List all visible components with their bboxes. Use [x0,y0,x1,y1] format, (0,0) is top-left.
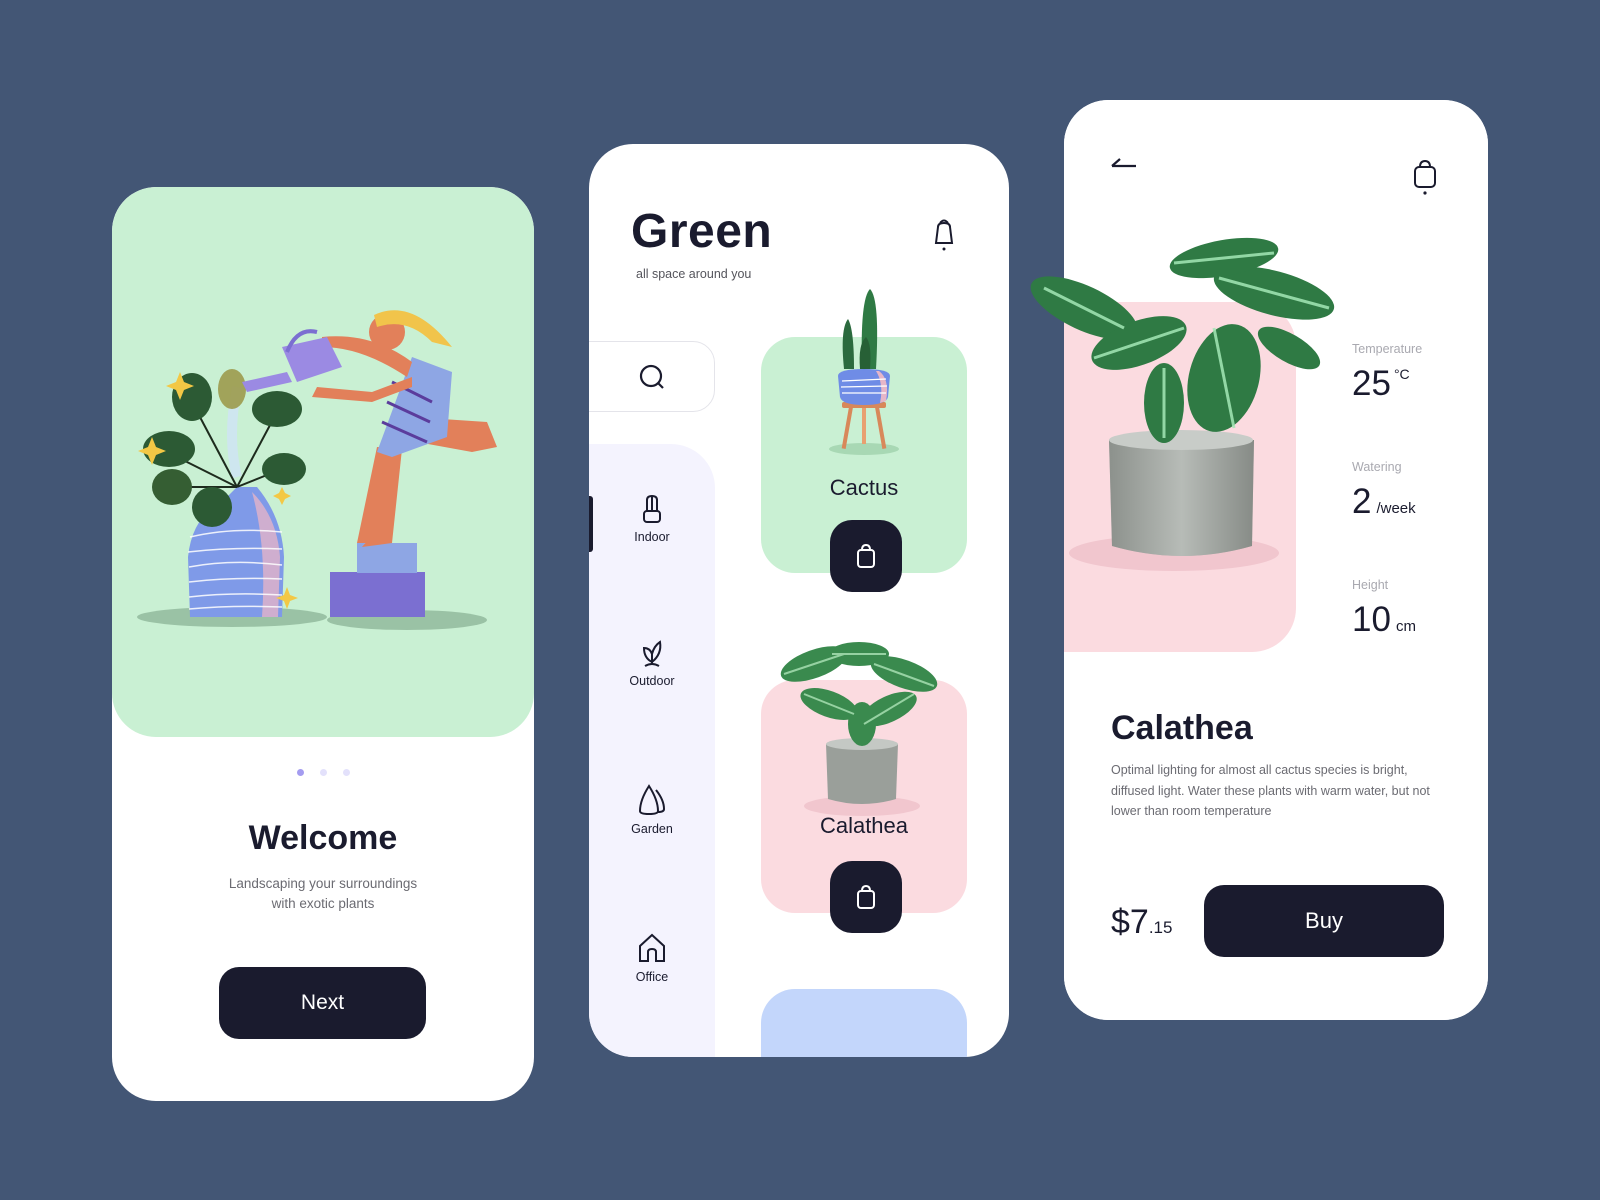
trees-icon [638,784,666,816]
welcome-subtitle: Landscaping your surroundings with exoti… [112,874,534,914]
stat-unit: cm [1395,618,1416,635]
cactus-illustration [829,289,899,455]
subtitle-line-1: Landscaping your surroundings [228,876,418,891]
brand-title: Green [631,205,773,258]
potted-cactus-icon [643,494,661,523]
search-icon [639,364,664,389]
shopping-bag-icon [857,543,875,568]
stat-unit: °C [1393,366,1410,382]
stat-value-row: 10 cm [1352,600,1416,640]
stat-value: 10 [1352,600,1391,639]
subtitle-line-2: with exotic plants [271,896,375,911]
house-icon [639,933,665,962]
welcome-title: Welcome [248,819,398,857]
calathea-large-illustration [1030,237,1335,571]
price: $7.15 [1111,903,1172,942]
plant-description: Optimal lighting for almost all cactus s… [1111,763,1430,818]
stat-unit: /week [1376,500,1416,517]
category-office[interactable]: Office [589,932,715,984]
search-button[interactable] [589,341,715,412]
brand-tagline: all space around you [636,267,752,281]
price-cents: .15 [1148,918,1173,937]
catalog-screen: Green all space around you Indoor Outdoo… [589,144,1009,1057]
woman-watering-plant-illustration [137,310,497,630]
plant-name: Calathea [1111,709,1253,747]
onboarding-screen: Welcome Landscaping your surroundings wi… [112,187,534,1101]
category-label: Indoor [634,530,670,544]
shopping-bag-icon [857,884,875,909]
add-to-bag-button[interactable] [830,520,902,592]
next-button[interactable]: Next [219,967,426,1039]
shopping-bag-icon [1414,159,1436,195]
sprout-icon [642,640,662,667]
category-garden[interactable]: Garden [589,784,715,836]
bell-icon[interactable] [932,217,956,258]
hero-panel [112,187,534,737]
category-label: Office [635,970,669,984]
pagination-dot-3[interactable] [342,769,350,776]
price-main: $7 [1111,903,1149,941]
calathea-illustration [780,642,938,816]
arrow-left-icon [1111,158,1136,168]
back-button[interactable] [1110,154,1138,175]
detail-screen: Temperature 25 °C Watering 2/week Height … [1030,100,1488,1020]
pagination-dots [112,769,534,776]
category-outdoor[interactable]: Outdoor [589,638,715,688]
product-card-partial[interactable] [761,989,967,1057]
buy-button[interactable]: Buy [1204,885,1444,957]
pagination-dot-1[interactable] [296,769,304,776]
product-name: Cactus [829,475,899,500]
category-label: Outdoor [629,674,675,688]
cart-button[interactable] [1412,158,1438,201]
category-label: Garden [631,822,673,836]
category-indoor[interactable]: Indoor [589,494,715,544]
add-to-bag-button[interactable] [830,861,902,933]
pagination-dot-2[interactable] [319,769,327,776]
